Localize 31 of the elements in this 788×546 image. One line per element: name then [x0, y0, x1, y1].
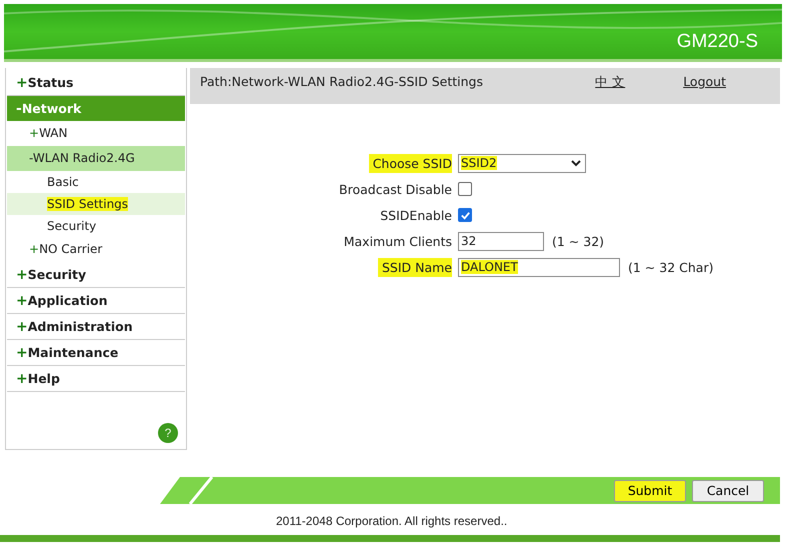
- submenu-item[interactable]: Basic: [7, 171, 185, 193]
- language-link[interactable]: 中 文: [595, 74, 626, 91]
- ssid-dropdown[interactable]: SSID2: [458, 154, 586, 172]
- range-hint: (1 ~ 32): [552, 234, 604, 248]
- form-button[interactable]: Submit: [614, 480, 686, 502]
- checkbox[interactable]: [458, 182, 472, 196]
- submenu-item[interactable]: Security: [7, 215, 185, 237]
- breadcrumb-path: Path:Network-WLAN Radio2.4G-SSID Settings: [200, 74, 484, 89]
- field-label: Broadcast Disable: [338, 180, 452, 198]
- menu-item[interactable]: +Maintenance: [7, 340, 185, 366]
- input-field[interactable]: DALONET: [458, 258, 620, 276]
- form-button[interactable]: Cancel: [692, 480, 764, 502]
- checkbox[interactable]: [458, 208, 472, 222]
- range-hint: (1 ~ 32 Char): [628, 260, 714, 274]
- menu-item[interactable]: +Help: [7, 366, 185, 392]
- field-label: SSIDEnable: [379, 206, 452, 224]
- field-label: Maximum Clients: [342, 232, 452, 250]
- submenu-item[interactable]: SSID Settings: [7, 193, 185, 215]
- field-label: Choose SSID: [368, 154, 452, 172]
- submenu-item[interactable]: +WAN: [7, 121, 185, 146]
- menu-item[interactable]: +Application: [7, 288, 185, 314]
- chevron-down-icon: [571, 160, 581, 166]
- submenu-item[interactable]: +NO Carrier: [7, 237, 185, 262]
- input-field[interactable]: 32: [458, 232, 544, 250]
- logout-link[interactable]: Logout: [683, 74, 726, 89]
- model-name: GM220-S: [676, 31, 758, 53]
- menu-item[interactable]: +Administration: [7, 314, 185, 340]
- menu-item[interactable]: +Security: [7, 262, 185, 288]
- field-label: SSID Name: [378, 258, 452, 276]
- submenu-item[interactable]: -WLAN Radio2.4G: [7, 146, 185, 171]
- copyright-text: 2011-2048 Corporation. All rights reserved..: [275, 514, 508, 528]
